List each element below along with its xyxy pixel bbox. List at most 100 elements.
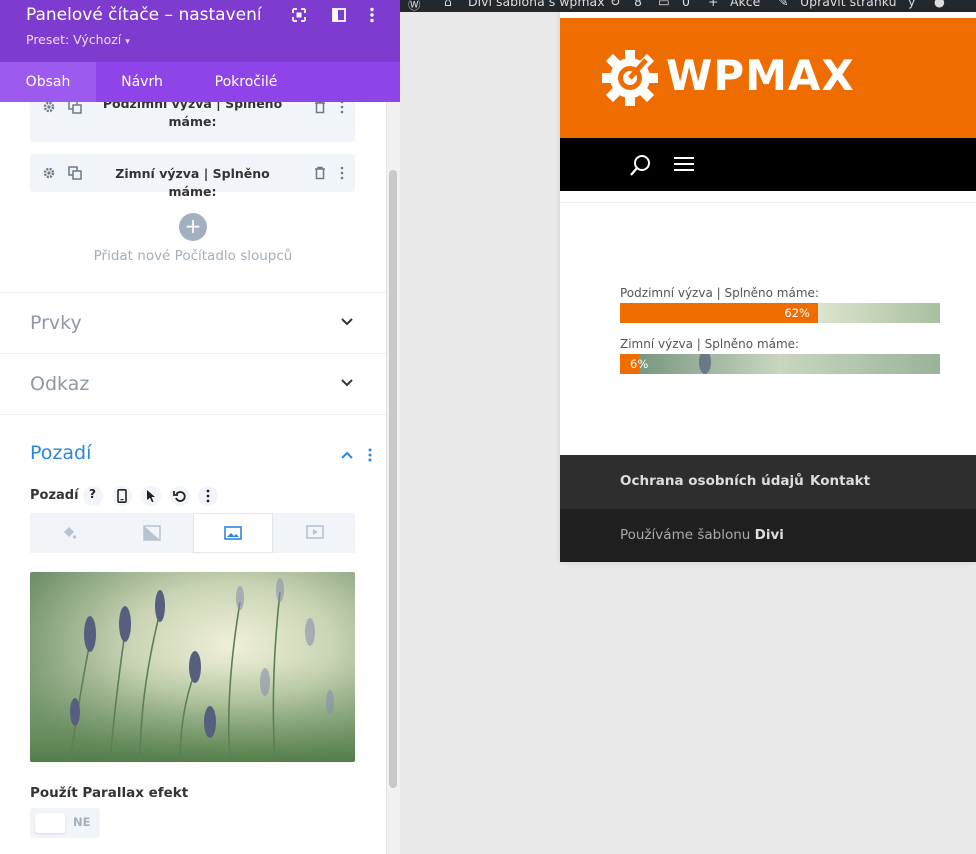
more-options-icon[interactable] xyxy=(366,447,374,463)
counter-item[interactable]: Podzimní výzva | Splněno máme: xyxy=(30,102,355,142)
panel-tabs: Obsah Návrh Pokročilé xyxy=(0,62,400,102)
trash-icon[interactable] xyxy=(313,102,327,114)
counter-percent: 6% xyxy=(630,357,649,371)
split-view-icon[interactable] xyxy=(330,6,348,24)
tab-bg-color[interactable] xyxy=(30,513,110,553)
section-elements[interactable]: Prvky xyxy=(0,292,386,353)
site-logo-text[interactable]: WPMAX xyxy=(666,51,855,100)
counter-title: Zimní výzva | Splněno máme: xyxy=(620,337,800,351)
site-content: Podzimní výzva | Splněno máme: 62% Zimní… xyxy=(560,202,976,455)
add-item-label[interactable]: Přidat nové Počítadlo sloupců xyxy=(0,248,386,264)
more-options-button[interactable] xyxy=(198,486,218,506)
comments-icon[interactable]: ▭ xyxy=(658,0,670,9)
panel-title: Panelové čítače – nastavení xyxy=(26,5,262,25)
cursor-icon xyxy=(147,490,155,503)
tab-design[interactable]: Návrh xyxy=(96,62,188,102)
scrollbar-thumb[interactable] xyxy=(389,170,397,788)
more-options-icon[interactable] xyxy=(363,6,381,24)
preset-label: Preset: Výchozí xyxy=(26,32,122,47)
section-link[interactable]: Odkaz xyxy=(0,353,386,414)
site-preview: WPMAX Podzimní výzva | Splněno máme: 62%… xyxy=(560,12,976,562)
updates-count[interactable]: 8 xyxy=(634,0,642,9)
wp-admin-bar: Ⓦ ⌂ Divi šablona s wpmax ↻ 8 ▭ 0 + Akce … xyxy=(400,0,976,12)
yoast-icon[interactable]: y xyxy=(908,0,915,9)
caret-down-icon: ▾ xyxy=(125,37,130,47)
plus-icon[interactable]: + xyxy=(708,0,718,9)
updates-icon[interactable]: ↻ xyxy=(610,0,620,9)
search-icon[interactable] xyxy=(630,154,652,176)
tab-advanced[interactable]: Pokročilé xyxy=(188,62,304,102)
image-icon xyxy=(224,526,242,540)
settings-panel: Panelové čítače – nastavení Preset: Vých… xyxy=(0,0,400,854)
background-label: Pozadí xyxy=(30,488,79,503)
site-footer-menu: Ochrana osobních údajů Kontakt xyxy=(560,455,976,509)
reset-button[interactable] xyxy=(170,486,190,506)
section-title: Odkaz xyxy=(30,373,90,395)
background-type-tabs xyxy=(30,513,355,553)
panel-header: Panelové čítače – nastavení Preset: Vých… xyxy=(0,0,400,62)
question-icon: ? xyxy=(89,487,96,501)
comments-count[interactable]: 0 xyxy=(682,0,690,9)
more-options-icon xyxy=(206,489,210,503)
video-icon xyxy=(306,525,324,539)
hamburger-menu-icon[interactable] xyxy=(674,156,694,172)
help-button[interactable]: ? xyxy=(83,486,103,506)
credit-theme[interactable]: Divi xyxy=(755,527,784,543)
duplicate-icon[interactable] xyxy=(68,102,82,114)
admin-site-name[interactable]: Divi šablona s wpmax xyxy=(468,0,605,9)
duplicate-icon[interactable] xyxy=(68,166,82,180)
plus-icon: + xyxy=(184,214,202,238)
counter-item[interactable]: Zimní výzva | Splněno máme: xyxy=(30,154,355,199)
site-footer-bottom: Používáme šablonu Divi xyxy=(560,509,976,562)
tab-bg-gradient[interactable] xyxy=(112,513,192,553)
section-title-background[interactable]: Pozadí xyxy=(30,442,91,464)
preset-dropdown[interactable]: Preset: Výchozí ▾ xyxy=(26,32,130,47)
wordpress-icon[interactable]: Ⓦ xyxy=(408,0,421,12)
status-dot-icon: ● xyxy=(934,0,945,9)
counter-item-label: Podzimní výzva | Splněno máme: xyxy=(102,102,283,129)
footer-link-contact[interactable]: Kontakt xyxy=(810,473,870,489)
background-image-preview[interactable] xyxy=(30,572,355,762)
more-options-icon[interactable] xyxy=(335,166,349,180)
hover-button[interactable] xyxy=(141,486,161,506)
toggle-value: NE xyxy=(73,815,91,829)
counter-title: Podzimní výzva | Splněno máme: xyxy=(620,286,819,300)
tab-bg-video[interactable] xyxy=(275,513,355,553)
toggle-knob xyxy=(35,813,65,833)
chevron-down-icon xyxy=(341,318,353,326)
site-header: WPMAX xyxy=(560,18,976,138)
counter-bar-background xyxy=(620,354,940,374)
parallax-toggle[interactable]: NE xyxy=(30,808,100,838)
divider xyxy=(0,414,386,415)
logo-gear-icon[interactable] xyxy=(600,48,660,108)
settings-scroll-area: Podzimní výzva | Splněno máme: Zimní výz… xyxy=(0,102,386,854)
edit-page-label[interactable]: Upravit stránku xyxy=(800,0,897,9)
parallax-label: Použít Parallax efekt xyxy=(30,785,189,801)
counter-item-label: Zimní výzva | Splněno máme: xyxy=(115,166,270,199)
gear-icon[interactable] xyxy=(42,166,56,180)
paint-bucket-icon xyxy=(64,527,77,539)
site-nav xyxy=(560,138,976,191)
gear-icon[interactable] xyxy=(42,102,56,114)
pencil-icon[interactable]: ✎ xyxy=(778,0,788,9)
tab-content[interactable]: Obsah xyxy=(0,62,96,102)
trash-icon[interactable] xyxy=(313,166,327,180)
tab-bg-image[interactable] xyxy=(193,513,273,553)
phone-icon xyxy=(117,489,127,503)
chevron-up-icon[interactable] xyxy=(340,450,354,460)
more-options-icon[interactable] xyxy=(335,102,349,114)
counter-bar: 6% xyxy=(620,354,940,374)
footer-link-privacy[interactable]: Ochrana osobních údajů xyxy=(620,473,804,489)
footer-credit: Používáme šablonu Divi xyxy=(620,527,784,543)
chevron-down-icon xyxy=(341,379,353,387)
counter-bar: 62% xyxy=(620,303,940,323)
responsive-button[interactable] xyxy=(112,486,132,506)
undo-icon xyxy=(173,491,186,502)
counter-percent: 62% xyxy=(784,306,810,320)
gradient-icon xyxy=(143,525,161,541)
fullscreen-icon[interactable] xyxy=(290,6,308,24)
add-item-button[interactable]: + xyxy=(179,213,207,241)
new-content-label[interactable]: Akce xyxy=(730,0,760,9)
home-icon[interactable]: ⌂ xyxy=(444,0,452,9)
credit-prefix: Používáme šablonu xyxy=(620,527,751,543)
